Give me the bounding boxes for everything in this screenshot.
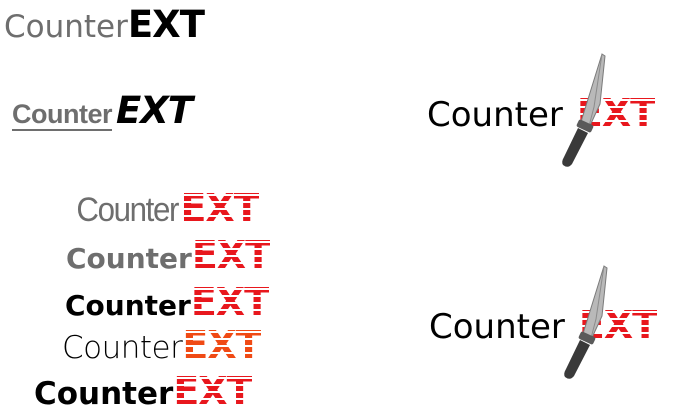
logo-variant-knife-2: Counter EXT	[429, 306, 658, 347]
logo-counter-text: Counter	[429, 307, 565, 347]
logo-counter-text: Counter	[76, 191, 179, 229]
logo-counter-text: Counter	[62, 330, 183, 366]
logo-ext-text: EXT	[116, 89, 193, 132]
logo-variant-knife-1: Counter EXT	[427, 94, 656, 135]
logo-counter-text: Counter	[4, 9, 128, 45]
logo-ext-text: EXT	[190, 280, 270, 324]
logo-counter-text: Counter	[427, 95, 563, 135]
logo-variant-4: CounterEXT	[72, 189, 259, 227]
logo-counter-text: Counter	[66, 242, 192, 275]
logo-counter-text: Counter	[12, 99, 113, 131]
logo-ext-text: EXT	[127, 3, 205, 46]
logo-variant-2: Counter EXT	[12, 89, 193, 132]
logo-counter-text: Counter	[34, 376, 174, 412]
logo-variant-1: CounterEXT	[4, 3, 205, 46]
logo-variant-6: CounterEXT	[65, 280, 270, 324]
logo-ext-text: EXT	[180, 186, 259, 230]
logo-ext-text: EXT	[173, 369, 252, 413]
knife-icon	[562, 53, 606, 167]
logo-variant-5: CounterEXT	[66, 233, 271, 277]
knife-icon	[564, 265, 608, 379]
logo-variant-8: CounterEXT	[34, 369, 253, 413]
logo-counter-text: Counter	[65, 289, 191, 322]
logo-ext-text: EXT	[182, 323, 261, 367]
logo-ext-text: EXT	[191, 233, 271, 277]
logo-variant-7: CounterEXT	[62, 323, 262, 367]
